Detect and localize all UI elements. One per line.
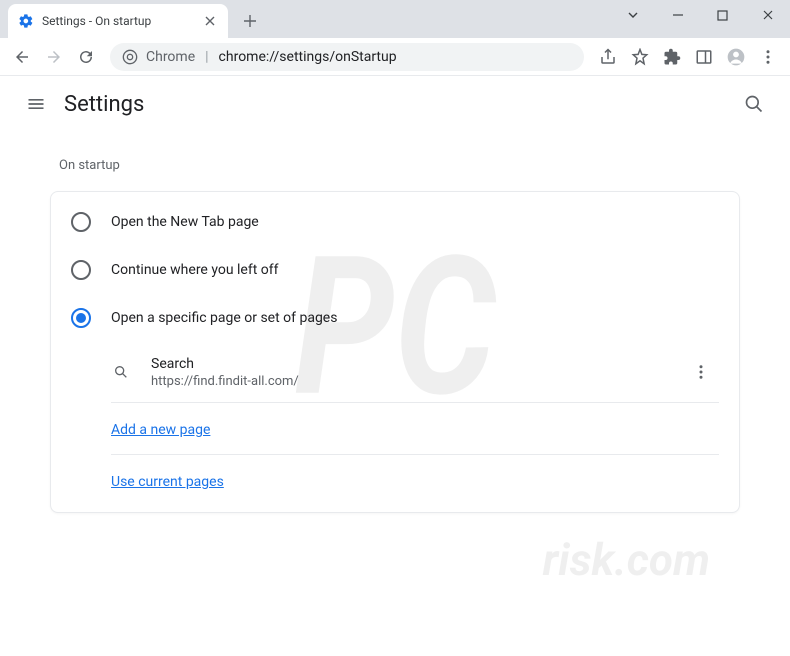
radio-icon xyxy=(71,260,91,280)
use-current-pages-link[interactable]: Use current pages xyxy=(111,474,224,490)
startup-card: Open the New Tab page Continue where you… xyxy=(50,191,740,513)
radio-label: Continue where you left off xyxy=(111,262,279,278)
back-button[interactable] xyxy=(8,43,36,71)
close-icon[interactable] xyxy=(202,13,218,29)
side-panel-icon[interactable] xyxy=(690,43,718,71)
radio-option-specific-pages[interactable]: Open a specific page or set of pages xyxy=(51,294,739,342)
bookmark-icon[interactable] xyxy=(626,43,654,71)
tab-title: Settings - On startup xyxy=(42,14,202,28)
new-tab-button[interactable] xyxy=(236,7,264,35)
window-titlebar: Settings - On startup xyxy=(0,0,790,38)
radio-label: Open a specific page or set of pages xyxy=(111,310,337,326)
page-title: Settings xyxy=(64,92,144,117)
use-current-row: Use current pages xyxy=(111,455,719,506)
startup-pages-subsection: Search https://find.findit-all.com/ Add … xyxy=(51,342,739,506)
hamburger-menu-button[interactable] xyxy=(16,84,56,124)
settings-main: On startup Open the New Tab page Continu… xyxy=(0,132,790,523)
radio-icon xyxy=(71,212,91,232)
share-icon[interactable] xyxy=(594,43,622,71)
maximize-button[interactable] xyxy=(700,0,745,30)
forward-button[interactable] xyxy=(40,43,68,71)
browser-toolbar: Chrome | chrome://settings/onStartup xyxy=(0,38,790,76)
browser-tab[interactable]: Settings - On startup xyxy=(8,4,228,38)
omnibox-separator: | xyxy=(205,49,208,65)
more-actions-button[interactable] xyxy=(683,354,719,390)
radio-option-continue[interactable]: Continue where you left off xyxy=(51,246,739,294)
omnibox-scheme: Chrome xyxy=(146,49,195,65)
section-label: On startup xyxy=(55,142,735,191)
extensions-icon[interactable] xyxy=(658,43,686,71)
radio-option-new-tab[interactable]: Open the New Tab page xyxy=(51,198,739,246)
add-new-page-link[interactable]: Add a new page xyxy=(111,422,210,438)
chrome-icon xyxy=(122,49,138,65)
startup-page-info: Search https://find.findit-all.com/ xyxy=(151,356,683,389)
minimize-button[interactable] xyxy=(655,0,700,30)
startup-page-title: Search xyxy=(151,356,683,372)
gear-icon xyxy=(18,13,34,29)
add-page-row: Add a new page xyxy=(111,403,719,455)
search-settings-button[interactable] xyxy=(734,84,774,124)
omnibox-url: chrome://settings/onStartup xyxy=(219,49,397,65)
profile-icon[interactable] xyxy=(722,43,750,71)
radio-icon xyxy=(71,308,91,328)
radio-label: Open the New Tab page xyxy=(111,214,259,230)
window-controls xyxy=(610,0,790,30)
settings-header: Settings xyxy=(0,76,790,132)
startup-page-row: Search https://find.findit-all.com/ xyxy=(111,342,719,403)
search-icon xyxy=(111,362,131,382)
address-bar[interactable]: Chrome | chrome://settings/onStartup xyxy=(110,43,584,71)
close-window-button[interactable] xyxy=(745,0,790,30)
chevron-down-icon[interactable] xyxy=(610,0,655,30)
startup-page-url: https://find.findit-all.com/ xyxy=(151,374,683,389)
menu-icon[interactable] xyxy=(754,43,782,71)
reload-button[interactable] xyxy=(72,43,100,71)
